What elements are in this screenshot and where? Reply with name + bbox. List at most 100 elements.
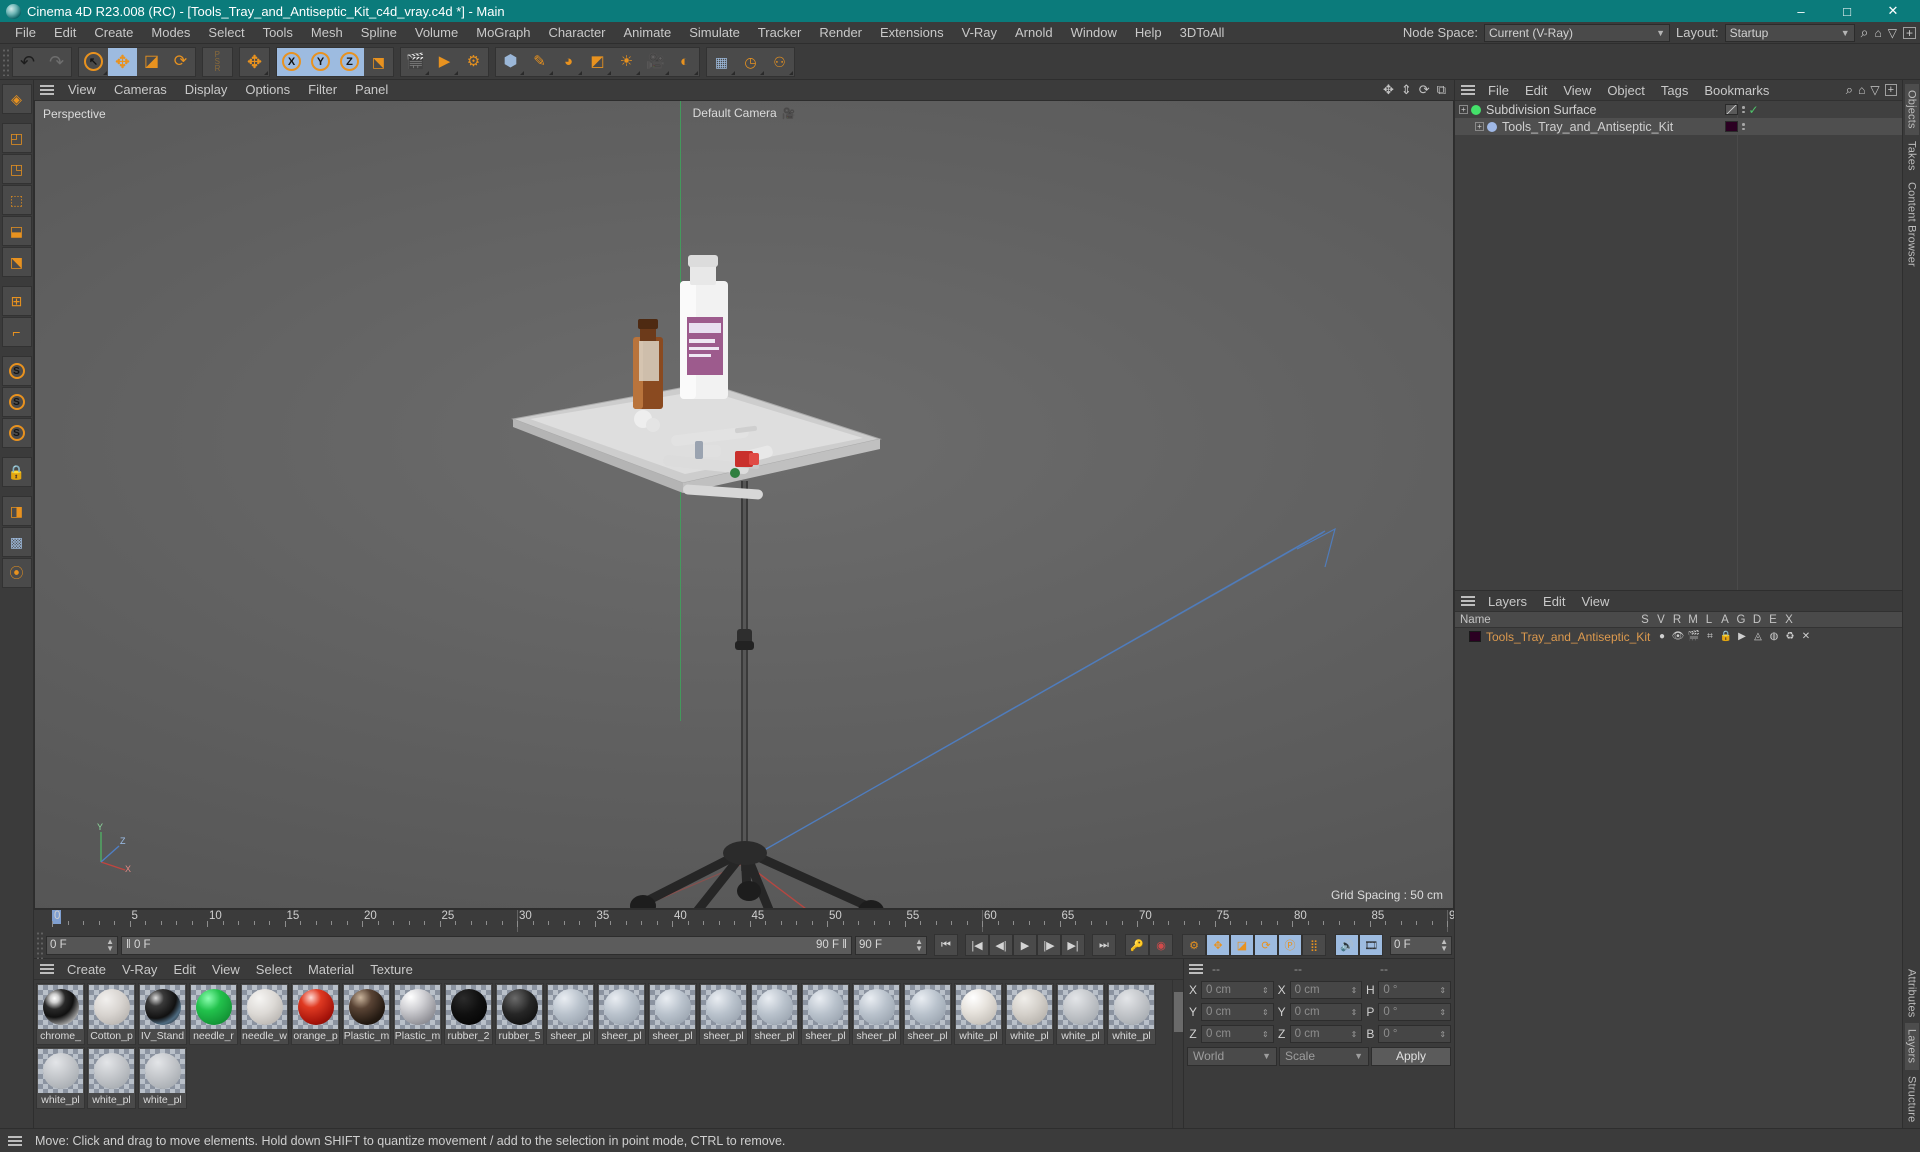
play-button[interactable]: ▶ — [1013, 934, 1037, 956]
quantize-button[interactable]: S — [1, 418, 32, 448]
layer-toggle-v[interactable]: 👁 — [1670, 631, 1686, 642]
menu-item-view[interactable]: View — [59, 80, 105, 100]
rotate-tool-button[interactable]: ⟳ — [166, 48, 195, 76]
autokeying-button[interactable]: ◉ — [1149, 934, 1173, 956]
material-menu-icon[interactable] — [38, 962, 56, 976]
material-item[interactable]: white_pl — [87, 1047, 136, 1109]
layer-toggle-m[interactable]: ⌗ — [1702, 631, 1718, 642]
layer-color-swatch[interactable] — [1469, 631, 1481, 642]
object-tree-row[interactable]: + Tools_Tray_and_Antiseptic_Kit — [1455, 118, 1902, 135]
material-item[interactable]: white_pl — [1005, 983, 1054, 1045]
material-item[interactable]: white_pl — [1056, 983, 1105, 1045]
material-item[interactable]: sheer_pl — [750, 983, 799, 1045]
stepper-icon[interactable]: ▲ ▼ — [915, 937, 923, 952]
stepper-icon[interactable]: ⇕ — [1351, 1008, 1358, 1017]
material-item[interactable]: Plastic_m — [342, 983, 391, 1045]
move-axis-button[interactable]: ✥ — [240, 48, 269, 76]
vertical-tab-takes[interactable]: Takes — [1905, 135, 1919, 177]
vertical-tab-layers[interactable]: Layers — [1904, 1023, 1919, 1070]
material-item[interactable]: sheer_pl — [648, 983, 697, 1045]
menu-item-cameras[interactable]: Cameras — [105, 80, 176, 100]
menu-item-edit[interactable]: Edit — [1535, 591, 1573, 612]
material-item[interactable]: sheer_pl — [801, 983, 850, 1045]
polygon-mode-button[interactable]: ⬔ — [1, 247, 32, 277]
spline-pen-button[interactable]: ✎ — [525, 48, 554, 76]
lock-x-axis-button[interactable]: X — [277, 47, 306, 76]
live-selection-button[interactable]: ↖ — [79, 48, 108, 76]
coordinate-field-size-y[interactable]: 0 cm ⇕ — [1289, 1003, 1363, 1021]
material-item[interactable]: needle_r — [189, 983, 238, 1045]
point-mode-button[interactable]: ⬚ — [1, 185, 32, 215]
material-item[interactable]: sheer_pl — [852, 983, 901, 1045]
coordinate-field-position-x[interactable]: 0 cm ⇕ — [1201, 981, 1274, 999]
menu-item-edit[interactable]: Edit — [45, 22, 85, 44]
add-icon[interactable]: + — [1884, 84, 1897, 96]
redo-button[interactable]: ↷ — [42, 48, 71, 76]
visibility-dots-icon[interactable] — [1725, 104, 1738, 115]
stepper-icon[interactable]: ⇕ — [1439, 1030, 1446, 1039]
menu-item-window[interactable]: Window — [1062, 22, 1126, 44]
menu-item-spline[interactable]: Spline — [352, 22, 406, 44]
menu-item-modes[interactable]: Modes — [142, 22, 199, 44]
menu-item-filter[interactable]: Filter — [299, 80, 346, 100]
model-mode-button[interactable]: ◰ — [1, 123, 32, 153]
material-scrollbar[interactable] — [1172, 980, 1183, 1128]
vertical-tab-structure[interactable]: Structure — [1905, 1070, 1919, 1128]
cube-primitive-button[interactable]: ⬢ — [496, 48, 525, 76]
parameter-key-button[interactable]: Ⓟ — [1278, 934, 1302, 956]
deformers-button[interactable]: ◩ — [583, 48, 612, 76]
object-axis-mode-button[interactable]: ⊞ — [1, 286, 32, 316]
vertical-tab-content-browser[interactable]: Content Browser — [1905, 176, 1919, 273]
menu-item-help[interactable]: Help — [1126, 22, 1171, 44]
menu-item-3dtoall[interactable]: 3DToAll — [1171, 22, 1234, 44]
coordinate-field-position-y[interactable]: 0 cm ⇕ — [1201, 1003, 1274, 1021]
generators-button[interactable]: ◕ — [554, 48, 583, 76]
menu-item-create[interactable]: Create — [59, 959, 114, 980]
position-key-button[interactable]: ✥ — [1206, 934, 1230, 956]
menu-item-create[interactable]: Create — [85, 22, 142, 44]
keyframe-selection-button[interactable]: ⚙ — [1182, 934, 1206, 956]
camera-button[interactable]: 🎥 — [641, 48, 670, 76]
menu-item-extensions[interactable]: Extensions — [871, 22, 953, 44]
edge-mode-button[interactable]: ⬓ — [1, 216, 32, 246]
layer-row[interactable]: Tools_Tray_and_Antiseptic_Kit ● 👁 🎬 ⌗ 🔒 ▶ ◬ ◍ ♻ ✕ — [1455, 628, 1902, 645]
layout-dropdown[interactable]: Startup ▼ — [1724, 23, 1855, 42]
material-item[interactable]: Cotton_p — [87, 983, 136, 1045]
psr-toggle-button[interactable]: PSR — [203, 48, 232, 76]
menu-item-view[interactable]: View — [204, 959, 248, 980]
material-item[interactable]: Plastic_m — [393, 983, 442, 1045]
menu-item-object[interactable]: Object — [1599, 80, 1653, 101]
undo-button[interactable]: ↶ — [13, 48, 42, 76]
coordinate-field-rotation-h[interactable]: 0 ° ⇕ — [1378, 981, 1452, 999]
object-manager-menu-icon[interactable] — [1459, 83, 1477, 97]
vertical-tab-attributes[interactable]: Attributes — [1905, 963, 1919, 1023]
menu-item-edit[interactable]: Edit — [165, 959, 203, 980]
record-active-objects-button[interactable]: 🔑 — [1125, 934, 1149, 956]
stepper-icon[interactable]: ⇕ — [1262, 986, 1269, 995]
go-to-next-key-button[interactable]: ▶| — [1061, 934, 1085, 956]
material-item[interactable]: needle_w — [240, 983, 289, 1045]
workplane-button[interactable]: ⌐ — [1, 317, 32, 347]
expand-toggle-icon[interactable]: + — [1459, 105, 1468, 114]
layer-toggle-d[interactable]: ◍ — [1766, 631, 1782, 642]
toolbar-grip[interactable] — [2, 47, 9, 76]
menu-item-arnold[interactable]: Arnold — [1006, 22, 1062, 44]
timeline-range-bar[interactable]: ‖ 0 F 90 F ‖ — [121, 935, 852, 955]
move-tool-button[interactable]: ✥ — [108, 47, 137, 76]
stepper-icon[interactable]: ⇕ — [1351, 1030, 1358, 1039]
stepper-icon[interactable]: ▲ ▼ — [1440, 937, 1448, 952]
menu-item-edit[interactable]: Edit — [1517, 80, 1555, 101]
menu-item-volume[interactable]: Volume — [406, 22, 467, 44]
coordinate-field-rotation-p[interactable]: 0 ° ⇕ — [1378, 1003, 1452, 1021]
viewport-zoom-icon[interactable]: ⟳ — [1419, 82, 1430, 98]
stepper-icon[interactable]: ⇕ — [1439, 986, 1446, 995]
lock-y-axis-button[interactable]: Y — [306, 47, 335, 76]
visibility-dots-icon[interactable] — [1742, 106, 1745, 113]
menu-item-tracker[interactable]: Tracker — [749, 22, 811, 44]
texture-mode-button[interactable]: ◳ — [1, 154, 32, 184]
close-button[interactable]: ✕ — [1870, 0, 1916, 22]
scene-objects-button[interactable]: ☀ — [612, 48, 641, 76]
menu-item-render[interactable]: Render — [810, 22, 871, 44]
world-object-axis-button[interactable]: ⬔ — [364, 48, 393, 76]
vertical-tab-objects[interactable]: Objects — [1904, 84, 1919, 135]
